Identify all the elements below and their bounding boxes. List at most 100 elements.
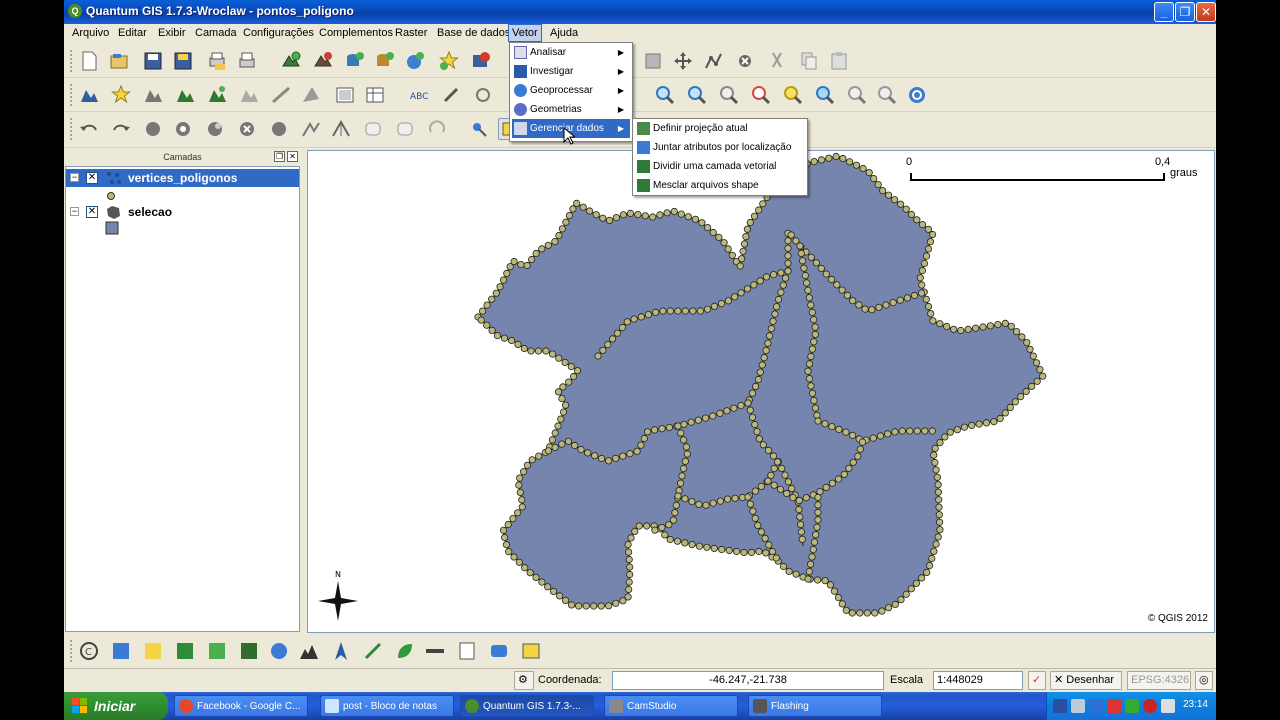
menu-item-analisar[interactable]: Analisar ▶ xyxy=(512,43,630,62)
tray-security-icon[interactable] xyxy=(1107,699,1121,713)
add-spatialite-layer-icon[interactable] xyxy=(374,50,396,72)
add-wms-layer-icon[interactable] xyxy=(404,50,426,72)
capture-polygon-icon[interactable] xyxy=(300,84,322,106)
menu-item-geoprocessar[interactable]: Geoprocessar ▶ xyxy=(512,81,630,100)
menu-item-investigar[interactable]: Investigar ▶ xyxy=(512,62,630,81)
tray-network-icon[interactable] xyxy=(1053,699,1067,713)
tray-battery-icon[interactable] xyxy=(1161,699,1175,713)
task-facebook[interactable]: Facebook - Google C... xyxy=(174,695,308,717)
layer-row-selecao[interactable]: − ✕ selecao xyxy=(66,203,299,221)
task-qgis[interactable]: Quantum GIS 1.7.3-... xyxy=(460,695,594,717)
add-part-icon[interactable] xyxy=(204,118,226,140)
new-project-icon[interactable] xyxy=(78,50,100,72)
toggle-extents-icon[interactable]: ⚙ xyxy=(514,671,534,690)
task-notepad[interactable]: post - Bloco de notas xyxy=(320,695,454,717)
start-button[interactable]: Iniciar xyxy=(64,692,168,720)
layer-tree[interactable]: − ✕ vertices_poligonos − ✕ selecao xyxy=(65,166,300,632)
gps-tools-icon[interactable] xyxy=(206,640,228,662)
pin-label-icon[interactable] xyxy=(440,84,462,106)
add-raster-layer-icon[interactable] xyxy=(312,50,334,72)
add-ring-icon[interactable] xyxy=(172,118,194,140)
float-panel-button[interactable]: ❐ xyxy=(274,151,285,162)
interpolation-icon[interactable] xyxy=(238,640,260,662)
layer-style-icon[interactable] xyxy=(78,84,100,106)
zoom-full-icon[interactable] xyxy=(718,84,740,106)
minimize-button[interactable]: _ xyxy=(1154,2,1174,22)
road-graph-icon[interactable] xyxy=(424,640,446,662)
merge-attributes-icon[interactable] xyxy=(394,118,416,140)
identify-window-icon[interactable] xyxy=(334,84,356,106)
menu-ajuda[interactable]: Ajuda xyxy=(548,27,580,39)
tray-bluetooth-icon[interactable] xyxy=(1089,699,1103,713)
georeferencer-icon[interactable] xyxy=(174,640,196,662)
delete-ring-icon[interactable] xyxy=(236,118,258,140)
render-toggle[interactable]: ✕ Desenhar xyxy=(1050,671,1122,690)
reshape-icon[interactable] xyxy=(300,118,322,140)
menu-item-geometrias[interactable]: Geometrias ▶ xyxy=(512,100,630,119)
capture-line-icon[interactable] xyxy=(270,84,292,106)
toolbar-grip[interactable] xyxy=(70,640,74,662)
remove-layer-icon[interactable] xyxy=(470,50,492,72)
zoom-next-icon[interactable] xyxy=(876,84,898,106)
print-composer-icon[interactable] xyxy=(206,50,228,72)
node-tool-icon[interactable] xyxy=(702,50,724,72)
zoom-out-icon[interactable] xyxy=(686,84,708,106)
new-vector-layer-icon[interactable] xyxy=(438,50,460,72)
globe-icon[interactable] xyxy=(268,640,290,662)
delete-selected-icon[interactable] xyxy=(734,50,756,72)
zoom-in-icon[interactable] xyxy=(654,84,676,106)
menu-complementos[interactable]: Complementos xyxy=(317,27,395,39)
save-project-icon[interactable] xyxy=(142,50,164,72)
tray-alert-icon[interactable] xyxy=(1143,699,1157,713)
paste-features-icon[interactable] xyxy=(828,50,850,72)
add-postgis-layer-icon[interactable] xyxy=(344,50,366,72)
plugin-manager-icon[interactable] xyxy=(456,640,478,662)
identify-icon[interactable] xyxy=(468,118,490,140)
simplify-icon[interactable] xyxy=(142,118,164,140)
toolbar-grip[interactable] xyxy=(70,84,74,106)
zoom-selection-icon[interactable] xyxy=(750,84,772,106)
stop-render-icon[interactable]: ✓ xyxy=(1028,671,1046,690)
menu-base-de-dados[interactable]: Base de dados xyxy=(435,27,512,39)
leaf-icon[interactable] xyxy=(394,640,416,662)
zoom-native-icon[interactable] xyxy=(814,84,836,106)
copy-features-icon[interactable] xyxy=(798,50,820,72)
copyright-label-icon[interactable]: C xyxy=(78,640,100,662)
crs-globe-icon[interactable]: ◎ xyxy=(1195,671,1213,690)
image-tool-icon[interactable] xyxy=(520,640,542,662)
toolbar-grip[interactable] xyxy=(70,118,74,140)
split-features-icon[interactable] xyxy=(330,118,352,140)
undo-icon[interactable] xyxy=(78,118,100,140)
green-layer-icon[interactable] xyxy=(174,84,196,106)
task-flashing[interactable]: Flashing xyxy=(748,695,882,717)
print-icon[interactable] xyxy=(236,50,258,72)
rotate-label-icon[interactable] xyxy=(472,84,494,106)
spatial-query-icon[interactable] xyxy=(362,640,384,662)
coordinate-capture-icon[interactable] xyxy=(142,640,164,662)
menu-item-definir-projecao[interactable]: Definir projeção atual xyxy=(635,119,805,138)
save-as-icon[interactable] xyxy=(172,50,194,72)
menu-editar[interactable]: Editar xyxy=(116,27,149,39)
zoom-last-icon[interactable] xyxy=(846,84,868,106)
cut-features-icon[interactable] xyxy=(766,50,788,72)
delete-part-icon[interactable] xyxy=(268,118,290,140)
collapse-icon[interactable]: − xyxy=(70,173,79,182)
attribute-table-icon[interactable] xyxy=(364,84,386,106)
menu-raster[interactable]: Raster xyxy=(393,27,429,39)
layer-visibility-checkbox[interactable]: ✕ xyxy=(86,206,98,218)
zoom-layer-icon[interactable] xyxy=(782,84,804,106)
python-console-icon[interactable] xyxy=(488,640,510,662)
save-edits-icon[interactable] xyxy=(642,50,664,72)
collapse-icon[interactable]: − xyxy=(70,207,79,216)
merge-features-icon[interactable] xyxy=(362,118,384,140)
map-canvas[interactable]: N 0 0,4 graus © QGIS 2012 xyxy=(307,150,1215,633)
north-arrow-tool-icon[interactable] xyxy=(330,640,352,662)
decoration-icon[interactable] xyxy=(110,640,132,662)
close-button[interactable]: ✕ xyxy=(1196,2,1216,22)
title-bar[interactable]: Q Quantum GIS 1.7.3-Wroclaw - pontos_pol… xyxy=(64,0,1216,24)
layer-visibility-checkbox[interactable]: ✕ xyxy=(86,172,98,184)
tray-app-icon[interactable] xyxy=(1125,699,1139,713)
menu-item-dividir-camada[interactable]: Dividir uma camada vetorial xyxy=(635,157,805,176)
layer-row-vertices-poligonos[interactable]: − ✕ vertices_poligonos xyxy=(66,169,299,187)
crs-button[interactable]: EPSG:4326 xyxy=(1127,671,1191,690)
